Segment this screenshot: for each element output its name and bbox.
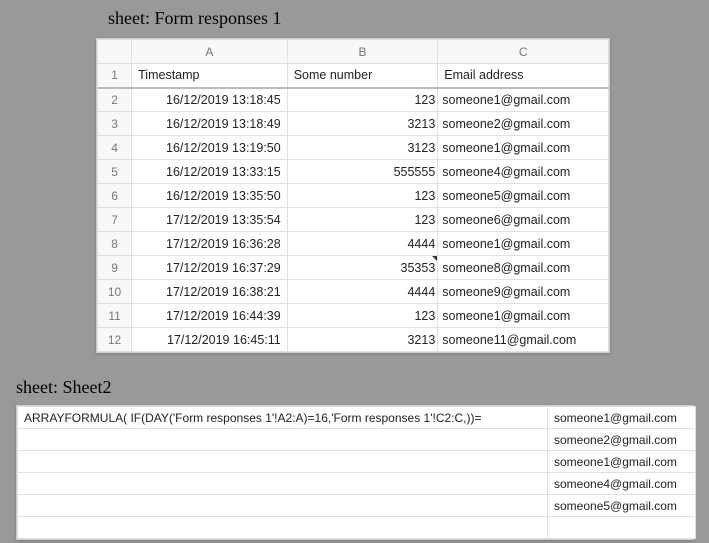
table-row: someone5@gmail.com — [18, 495, 696, 517]
cell-number[interactable]: 123 — [287, 184, 438, 208]
cell-email[interactable]: someone1@gmail.com — [438, 232, 609, 256]
cell-email[interactable]: someone11@gmail.com — [438, 328, 609, 352]
row-header-2[interactable]: 2 — [98, 88, 132, 112]
formula-cell[interactable]: ARRAYFORMULA( IF(DAY('Form responses 1'!… — [18, 407, 548, 429]
table-row: 1117/12/2019 16:44:39123someone1@gmail.c… — [98, 304, 609, 328]
cell-number[interactable]: 3123 — [287, 136, 438, 160]
table-row: 1217/12/2019 16:45:113213someone11@gmail… — [98, 328, 609, 352]
empty-cell[interactable] — [548, 517, 696, 539]
empty-cell[interactable] — [18, 517, 548, 539]
cell-timestamp[interactable]: 16/12/2019 13:19:50 — [132, 136, 288, 160]
cell-email[interactable]: someone6@gmail.com — [438, 208, 609, 232]
cell-timestamp[interactable]: 17/12/2019 16:36:28 — [132, 232, 288, 256]
empty-cell[interactable] — [18, 429, 548, 451]
table-row: 817/12/2019 16:36:284444someone1@gmail.c… — [98, 232, 609, 256]
row-header-9[interactable]: 9 — [98, 256, 132, 280]
col-header-A[interactable]: A — [132, 40, 288, 64]
result-cell[interactable]: someone5@gmail.com — [548, 495, 696, 517]
cell-number[interactable]: 3213 — [287, 328, 438, 352]
row-header-4[interactable]: 4 — [98, 136, 132, 160]
cell-timestamp[interactable]: 17/12/2019 16:37:29 — [132, 256, 288, 280]
cell-email[interactable]: someone1@gmail.com — [438, 136, 609, 160]
table-row: 917/12/2019 16:37:2935353someone8@gmail.… — [98, 256, 609, 280]
empty-cell[interactable] — [18, 495, 548, 517]
cell-number[interactable]: 4444 — [287, 232, 438, 256]
cell-number[interactable]: 4444 — [287, 280, 438, 304]
table-row: 616/12/2019 13:35:50123someone5@gmail.co… — [98, 184, 609, 208]
row-header-1[interactable]: 1 — [98, 64, 132, 88]
cell-number[interactable]: 123 — [287, 88, 438, 112]
table-row: 717/12/2019 13:35:54123someone6@gmail.co… — [98, 208, 609, 232]
cell-A1[interactable]: Timestamp — [132, 64, 288, 88]
cell-number[interactable]: 35353 — [287, 256, 438, 280]
table-row: someone4@gmail.com — [18, 473, 696, 495]
row-header-5[interactable]: 5 — [98, 160, 132, 184]
result-cell[interactable]: someone1@gmail.com — [548, 451, 696, 473]
row-header-7[interactable]: 7 — [98, 208, 132, 232]
table-row: ARRAYFORMULA( IF(DAY('Form responses 1'!… — [18, 407, 696, 429]
row-header-11[interactable]: 11 — [98, 304, 132, 328]
result-cell[interactable]: someone1@gmail.com — [548, 407, 696, 429]
row-header-10[interactable]: 10 — [98, 280, 132, 304]
cell-number[interactable]: 3213 — [287, 112, 438, 136]
cell-email[interactable]: someone1@gmail.com — [438, 88, 609, 112]
cell-number[interactable]: 123 — [287, 208, 438, 232]
row-header-3[interactable]: 3 — [98, 112, 132, 136]
table-row: 216/12/2019 13:18:45123someone1@gmail.co… — [98, 88, 609, 112]
row-header-8[interactable]: 8 — [98, 232, 132, 256]
cell-timestamp[interactable]: 16/12/2019 13:18:45 — [132, 88, 288, 112]
col-header-C[interactable]: C — [438, 40, 609, 64]
result-cell[interactable]: someone4@gmail.com — [548, 473, 696, 495]
empty-cell[interactable] — [18, 451, 548, 473]
cell-timestamp[interactable]: 16/12/2019 13:18:49 — [132, 112, 288, 136]
col-header-B[interactable]: B — [287, 40, 438, 64]
sheet1-label: sheet: Form responses 1 — [108, 8, 281, 29]
table-row — [18, 517, 696, 539]
cell-number[interactable]: 555555 — [287, 160, 438, 184]
cell-number[interactable]: 123 — [287, 304, 438, 328]
sheet2-label: sheet: Sheet2 — [16, 377, 111, 398]
sheet2-table[interactable]: ARRAYFORMULA( IF(DAY('Form responses 1'!… — [16, 405, 694, 540]
cell-timestamp[interactable]: 16/12/2019 13:33:15 — [132, 160, 288, 184]
cell-timestamp[interactable]: 17/12/2019 16:38:21 — [132, 280, 288, 304]
table-row: 316/12/2019 13:18:493213someone2@gmail.c… — [98, 112, 609, 136]
cell-email[interactable]: someone5@gmail.com — [438, 184, 609, 208]
table-row: someone1@gmail.com — [18, 451, 696, 473]
table-row: someone2@gmail.com — [18, 429, 696, 451]
result-cell[interactable]: someone2@gmail.com — [548, 429, 696, 451]
select-all-corner[interactable] — [98, 40, 132, 64]
cell-email[interactable]: someone8@gmail.com — [438, 256, 609, 280]
row-header-12[interactable]: 12 — [98, 328, 132, 352]
cell-timestamp[interactable]: 16/12/2019 13:35:50 — [132, 184, 288, 208]
table-row: 1017/12/2019 16:38:214444someone9@gmail.… — [98, 280, 609, 304]
empty-cell[interactable] — [18, 473, 548, 495]
cell-timestamp[interactable]: 17/12/2019 16:44:39 — [132, 304, 288, 328]
cell-timestamp[interactable]: 17/12/2019 13:35:54 — [132, 208, 288, 232]
cell-email[interactable]: someone1@gmail.com — [438, 304, 609, 328]
cell-email[interactable]: someone4@gmail.com — [438, 160, 609, 184]
row-header-6[interactable]: 6 — [98, 184, 132, 208]
table-row: 516/12/2019 13:33:15555555someone4@gmail… — [98, 160, 609, 184]
cell-timestamp[interactable]: 17/12/2019 16:45:11 — [132, 328, 288, 352]
table-row: 416/12/2019 13:19:503123someone1@gmail.c… — [98, 136, 609, 160]
cell-B1[interactable]: Some number — [287, 64, 438, 88]
cell-email[interactable]: someone2@gmail.com — [438, 112, 609, 136]
cell-email[interactable]: someone9@gmail.com — [438, 280, 609, 304]
cell-C1[interactable]: Email address — [438, 64, 609, 88]
sheet1-table[interactable]: A B C 1 Timestamp Some number Email addr… — [96, 38, 610, 353]
